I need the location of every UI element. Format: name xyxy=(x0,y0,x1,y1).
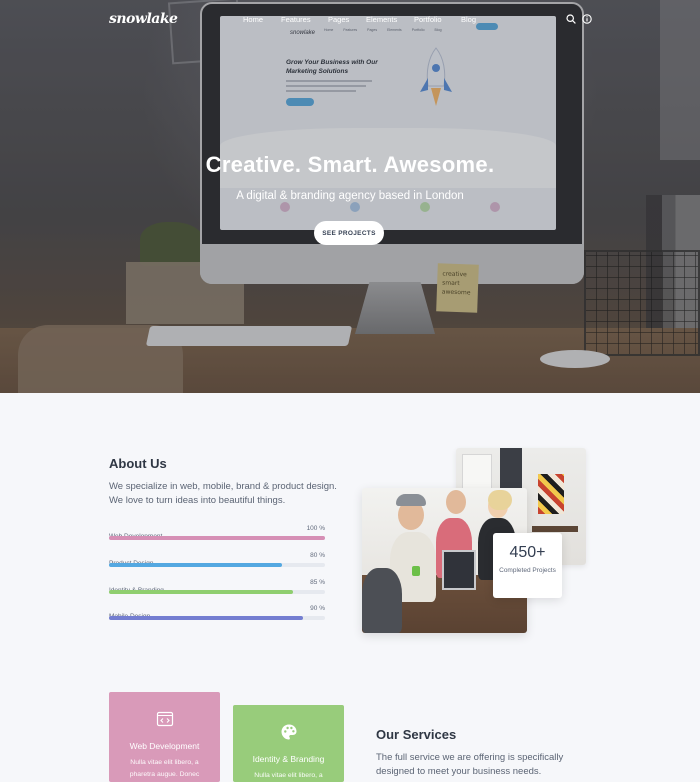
skill-fill xyxy=(109,563,282,567)
nav-item-home[interactable]: Home xyxy=(243,15,263,24)
stat-caption: Completed Projects xyxy=(499,567,556,574)
see-projects-button[interactable]: SEE PROJECTS xyxy=(314,221,384,245)
skill-web-development: Web Development 100 % xyxy=(109,525,325,543)
completed-projects-card: 450+ Completed Projects xyxy=(493,533,562,598)
search-icon[interactable] xyxy=(566,14,576,24)
skill-fill xyxy=(109,536,325,540)
skill-fill xyxy=(109,590,293,594)
skill-product-design: Product Design 80 % xyxy=(109,552,325,570)
nav-item-features[interactable]: Features xyxy=(281,15,311,24)
skill-track xyxy=(109,536,325,540)
service-title: Identity & Branding xyxy=(252,754,325,764)
nav-item-blog[interactable]: Blog xyxy=(461,15,476,24)
service-title: Web Development xyxy=(129,741,200,751)
service-description: Nulla vitae elit libero, a pharetra augu… xyxy=(129,759,200,778)
hero-title: Creative. Smart. Awesome. xyxy=(205,152,495,177)
skill-track xyxy=(109,563,325,567)
stat-number: 450+ xyxy=(509,544,546,561)
service-description: Nulla vitae elit libero, a xyxy=(254,772,323,779)
skill-identity-branding: Identity & Branding 85 % xyxy=(109,579,325,597)
skill-fill xyxy=(109,616,304,620)
skill-percent: 80 % xyxy=(310,552,325,559)
hero-section: snowlake Home Features Pages Elements Po… xyxy=(0,0,700,393)
services-text: The full service we are offering is spec… xyxy=(376,752,564,777)
nav-item-portfolio[interactable]: Portfolio xyxy=(414,15,442,24)
about-text: We specialize in web, mobile, brand & pr… xyxy=(109,481,337,506)
skill-mobile-design: Mobile Design 90 % xyxy=(109,605,325,623)
site-logo[interactable]: snowlake xyxy=(109,11,178,27)
services-title: Our Services xyxy=(376,727,457,742)
skill-track xyxy=(109,616,325,620)
code-icon xyxy=(156,711,173,727)
service-card-identity-branding[interactable]: Identity & Branding Nulla vitae elit lib… xyxy=(233,705,344,782)
palette-icon xyxy=(281,724,296,740)
skill-percent: 100 % xyxy=(306,525,325,532)
skill-percent: 85 % xyxy=(310,579,325,586)
service-card-web-development[interactable]: Web Development Nulla vitae elit libero,… xyxy=(109,692,220,782)
hero-subtitle: A digital & branding agency based in Lon… xyxy=(236,190,464,202)
info-icon[interactable] xyxy=(582,14,592,24)
skill-percent: 90 % xyxy=(310,605,325,612)
nav-item-elements[interactable]: Elements xyxy=(366,15,397,24)
about-title: About Us xyxy=(109,456,167,471)
nav-icons xyxy=(566,14,592,24)
skill-track xyxy=(109,590,325,594)
nav-item-pages[interactable]: Pages xyxy=(328,15,349,24)
